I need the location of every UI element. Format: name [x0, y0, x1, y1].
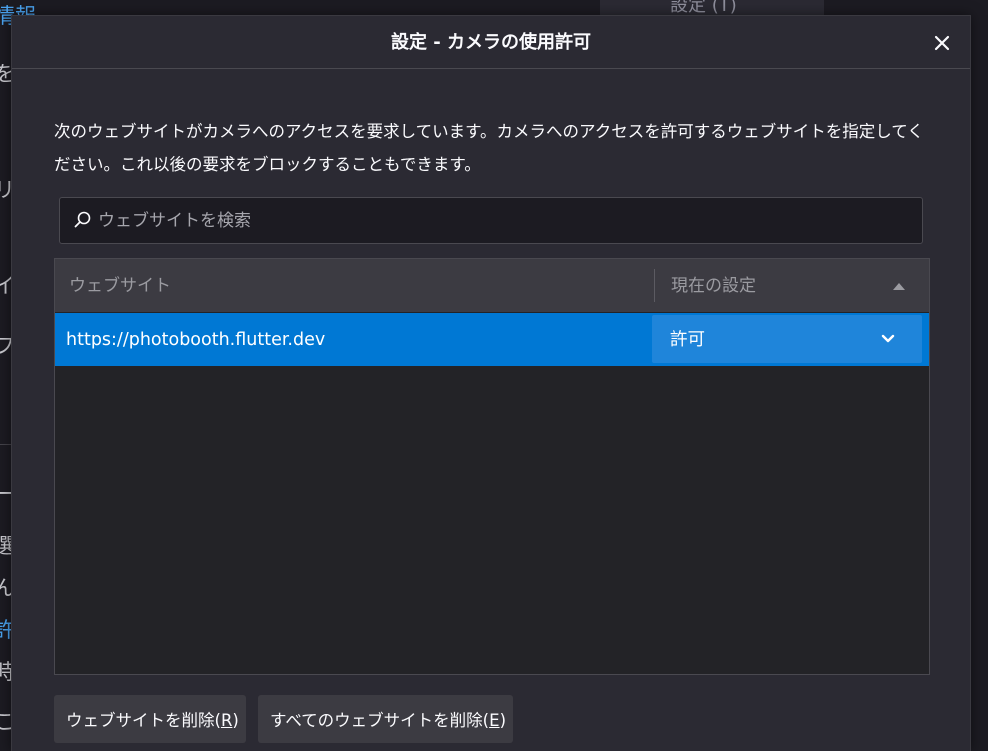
remove-all-accesskey: E	[489, 711, 500, 730]
table-row[interactable]: https://photobooth.flutter.dev 許可	[55, 313, 929, 366]
column-divider	[654, 269, 655, 302]
remove-all-websites-button[interactable]: すべてのウェブサイトを削除(E)	[258, 695, 513, 743]
background-tab: 設定 (T)	[600, 0, 824, 15]
remove-website-suffix: )	[232, 711, 239, 730]
search-box[interactable]	[59, 197, 923, 244]
close-button[interactable]	[928, 29, 956, 57]
camera-permissions-dialog: 設定 - カメラの使用許可 次のウェブサイトがカメラへのアクセスを要求しています…	[11, 15, 971, 751]
background-tab-label: 設定 (T)	[670, 0, 737, 15]
chevron-down-icon	[881, 334, 895, 343]
search-input[interactable]	[98, 198, 908, 243]
row-website: https://photobooth.flutter.dev	[66, 330, 326, 350]
remove-website-button[interactable]: ウェブサイトを削除(R)	[54, 695, 246, 743]
remove-all-suffix: )	[499, 711, 506, 730]
remove-website-accesskey: R	[220, 711, 233, 730]
permission-select[interactable]: 許可	[652, 315, 922, 363]
search-icon	[74, 211, 91, 228]
dialog-titlebar: 設定 - カメラの使用許可	[12, 16, 970, 69]
close-icon	[934, 35, 950, 51]
remove-all-label: すべてのウェブサイトを削除(	[270, 711, 490, 730]
permission-value: 許可	[670, 330, 705, 350]
dialog-description: 次のウェブサイトがカメラへのアクセスを要求しています。カメラへのアクセスを許可す…	[54, 122, 924, 174]
dialog-title: 設定 - カメラの使用許可	[390, 32, 591, 53]
background-right-strip	[972, 0, 988, 751]
column-header-website[interactable]: ウェブサイト	[69, 259, 171, 314]
permissions-table: ウェブサイト 現在の設定 https://photobooth.flutter.…	[54, 258, 930, 675]
table-header: ウェブサイト 現在の設定	[55, 259, 929, 312]
column-header-setting[interactable]: 現在の設定	[671, 259, 756, 314]
remove-website-label: ウェブサイトを削除(	[66, 711, 221, 730]
sort-ascending-icon	[893, 283, 905, 290]
